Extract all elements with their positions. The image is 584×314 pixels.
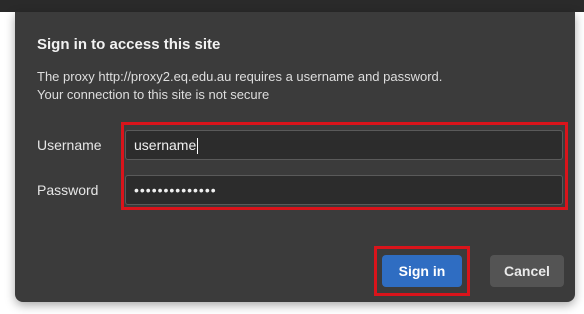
username-label: Username	[37, 137, 102, 153]
username-value: username	[134, 137, 197, 153]
dialog-title: Sign in to access this site	[37, 36, 221, 53]
username-input[interactable]: username	[125, 130, 563, 160]
browser-top-bar	[0, 0, 584, 12]
text-caret	[197, 138, 199, 155]
sign-in-button[interactable]: Sign in	[382, 255, 462, 287]
password-label: Password	[37, 182, 99, 198]
password-value: ••••••••••••••	[134, 182, 217, 198]
proxy-auth-dialog: Sign in to access this site The proxy ht…	[15, 12, 575, 302]
description-line-2: Your connection to this site is not secu…	[37, 87, 270, 102]
description-line-1: The proxy http://proxy2.eq.edu.au requir…	[37, 69, 443, 84]
password-input[interactable]: ••••••••••••••	[125, 175, 563, 205]
cancel-button[interactable]: Cancel	[490, 255, 564, 287]
dialog-description: The proxy http://proxy2.eq.edu.au requir…	[37, 68, 442, 104]
